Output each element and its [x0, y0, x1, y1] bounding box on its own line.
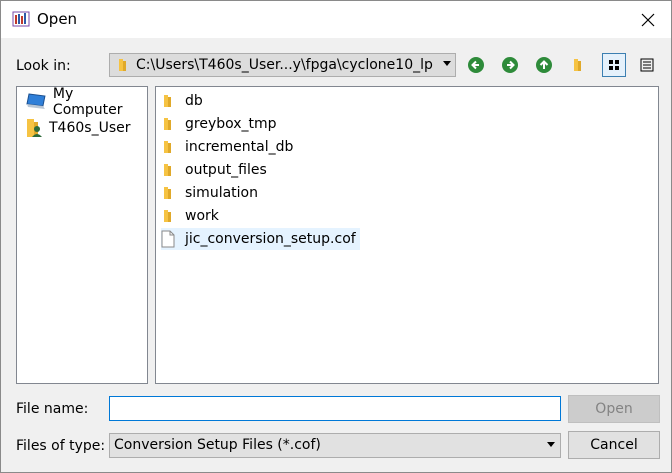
open-dialog: Open Look in: C:\Users\T460s_User...y\fp…	[0, 0, 672, 473]
file-name: incremental_db	[185, 139, 294, 155]
title-bar: Open	[1, 1, 671, 38]
file-list: db greybox_tmp incremental_db output_fil…	[155, 86, 659, 384]
back-button[interactable]	[464, 53, 488, 77]
up-button[interactable]	[532, 53, 556, 77]
app-icon	[12, 11, 30, 27]
list-item[interactable]: jic_conversion_setup.cof	[161, 228, 360, 250]
file-type-label: Files of type:	[16, 438, 106, 454]
list-item[interactable]: greybox_tmp	[161, 113, 281, 135]
list-item[interactable]: incremental_db	[161, 136, 297, 158]
sidebar-item-label: T460s_User	[49, 120, 131, 136]
folder-icon	[119, 59, 126, 71]
forward-arrow-icon	[502, 57, 518, 73]
file-name-input[interactable]	[109, 396, 561, 421]
chevron-down-icon	[443, 61, 451, 66]
folder-icon	[164, 187, 171, 199]
file-type-select[interactable]: Conversion Setup Files (*.cof)	[109, 433, 561, 458]
file-name: greybox_tmp	[185, 116, 277, 132]
folder-icon	[164, 141, 171, 153]
folder-icon	[164, 210, 171, 222]
list-item[interactable]: db	[161, 90, 207, 112]
new-folder-button[interactable]	[566, 53, 590, 77]
look-in-label: Look in:	[16, 58, 71, 74]
open-button[interactable]: Open	[568, 395, 660, 423]
file-name-label: File name:	[16, 401, 89, 417]
detail-view-icon	[609, 60, 619, 70]
cancel-button[interactable]: Cancel	[568, 431, 660, 459]
back-arrow-icon	[468, 57, 484, 73]
file-name: db	[185, 93, 203, 109]
places-sidebar: My Computer T460s_User	[16, 86, 148, 384]
list-item[interactable]: work	[161, 205, 223, 227]
up-arrow-icon	[536, 57, 552, 73]
sidebar-item-user[interactable]: T460s_User	[25, 117, 130, 139]
file-icon	[161, 230, 175, 248]
sidebar-item-label: My Computer	[52, 86, 123, 118]
computer-icon	[26, 93, 46, 109]
list-view-button[interactable]	[635, 53, 659, 77]
forward-button[interactable]	[498, 53, 522, 77]
file-name: jic_conversion_setup.cof	[185, 231, 356, 247]
look-in-path: C:\Users\T460s_User...y\fpga\cyclone10_l…	[136, 57, 433, 73]
list-view-icon	[640, 58, 654, 72]
folder-icon	[164, 95, 171, 107]
file-name: work	[185, 208, 219, 224]
window-title: Open	[37, 10, 78, 28]
close-button[interactable]	[625, 1, 671, 38]
user-icon	[27, 119, 42, 137]
look-in-combo[interactable]: C:\Users\T460s_User...y\fpga\cyclone10_l…	[109, 53, 456, 77]
folder-icon	[164, 164, 171, 176]
close-icon	[641, 13, 655, 26]
icon-view-button[interactable]	[602, 53, 626, 77]
folder-icon	[164, 118, 171, 130]
list-item[interactable]: output_files	[161, 159, 271, 181]
list-item[interactable]: simulation	[161, 182, 262, 204]
new-folder-icon	[574, 59, 581, 71]
file-name: simulation	[185, 185, 258, 201]
sidebar-item-my-computer[interactable]: My Computer	[25, 86, 147, 118]
file-name: output_files	[185, 162, 267, 178]
chevron-down-icon	[547, 442, 555, 447]
file-type-value: Conversion Setup Files (*.cof)	[114, 437, 321, 453]
